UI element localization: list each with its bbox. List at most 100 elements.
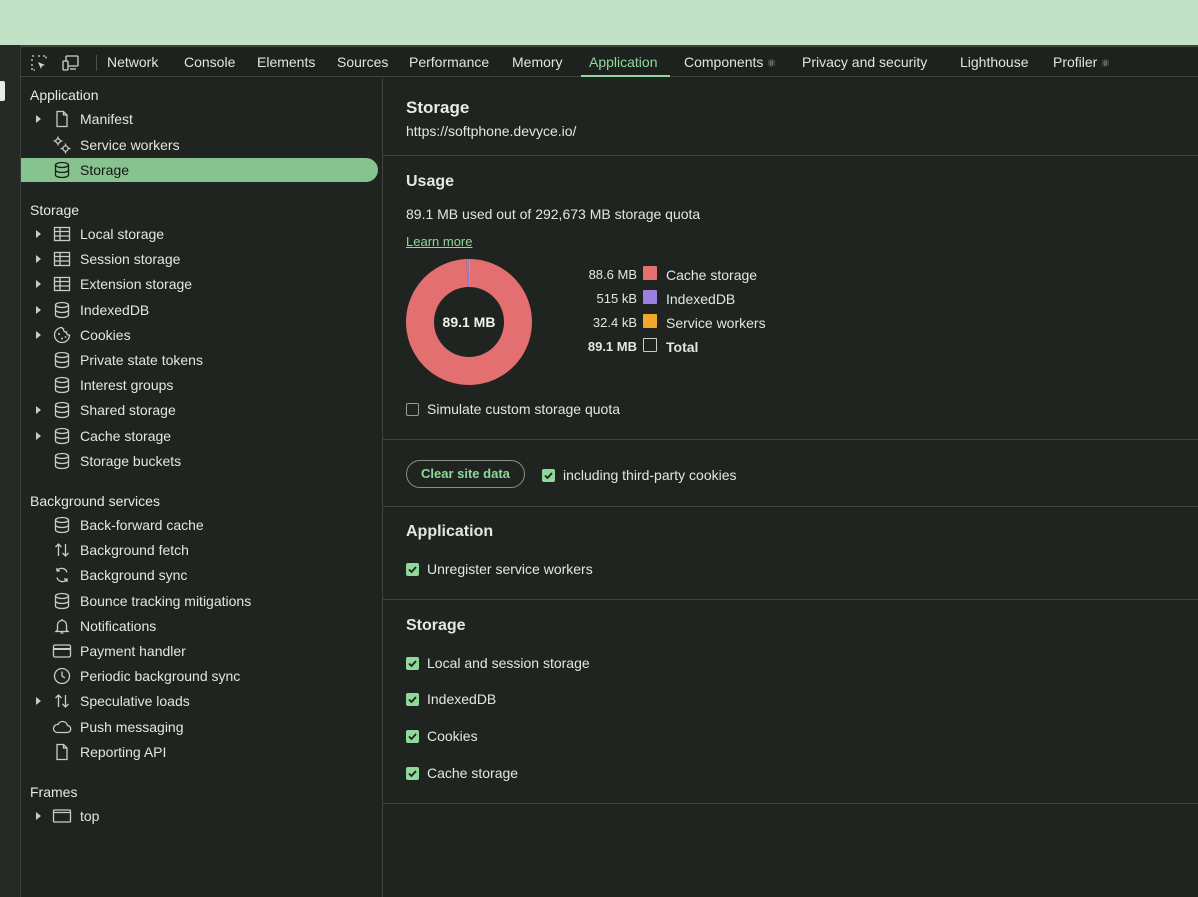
device-toolbar-icon[interactable] (61, 53, 81, 73)
third-party-cookies-checkbox[interactable] (542, 468, 555, 482)
sidebar-item-indexeddb[interactable]: IndexedDB (21, 298, 378, 322)
sidebar-item-label: Private state tokens (80, 352, 203, 368)
sidebar-item-label: Speculative loads (80, 693, 190, 709)
tab-privacy-and-security[interactable]: Privacy and security (802, 47, 927, 77)
tab-label: Privacy and security (802, 54, 928, 70)
expand-arrow-icon[interactable] (36, 230, 41, 238)
unregister-service-workers-checkbox[interactable] (406, 562, 419, 576)
inspect-element-icon[interactable] (29, 53, 49, 73)
sidebar-item-label: Extension storage (80, 276, 193, 292)
legend-swatch (643, 290, 657, 304)
sidebar-item-speculative-loads[interactable]: Speculative loads (21, 689, 378, 713)
tab-elements[interactable]: Elements (257, 47, 315, 77)
sidebar-item-background-fetch[interactable]: Background fetch (21, 538, 378, 562)
sidebar-item-shared-storage[interactable]: Shared storage (21, 398, 378, 422)
indexeddb-checkbox[interactable] (406, 692, 419, 706)
expand-arrow-icon[interactable] (36, 115, 41, 123)
edge-handle[interactable] (0, 81, 5, 101)
legend-swatch (643, 314, 657, 328)
expand-arrow-icon[interactable] (36, 406, 41, 414)
sidebar-item-extension-storage[interactable]: Extension storage (21, 272, 378, 296)
legend-label: Cache storage (666, 267, 758, 283)
simulate-quota-checkbox[interactable] (406, 402, 419, 416)
usage-legend: 88.6 MB Cache storage 515 kB IndexedDB 32.4 … (573, 264, 833, 360)
tab-console[interactable]: Console (184, 47, 235, 77)
sidebar-item-interest-groups[interactable]: Interest groups (21, 373, 378, 397)
option-label: Unregister service workers (427, 561, 593, 577)
third-party-cookies-row[interactable]: including third-party cookies (542, 466, 737, 484)
sidebar-item-push-messaging[interactable]: Push messaging (21, 715, 378, 739)
storage-section-heading: Storage (406, 617, 466, 634)
file-icon (52, 742, 72, 762)
sidebar-item-notifications[interactable]: Notifications (21, 614, 378, 638)
learn-more-link[interactable]: Learn more (406, 234, 472, 249)
check-icon (408, 695, 417, 703)
sidebar-item-payment-handler[interactable]: Payment handler (21, 639, 378, 663)
tab-performance[interactable]: Performance (409, 47, 489, 77)
expand-arrow-icon[interactable] (36, 697, 41, 705)
sidebar-item-background-sync[interactable]: Background sync (21, 563, 378, 587)
legend-row: 32.4 kB Service workers (573, 312, 833, 336)
sidebar-item-cookies[interactable]: Cookies (21, 323, 378, 347)
sidebar-item-storage[interactable]: Storage (21, 158, 378, 182)
sidebar-item-service-workers[interactable]: Service workers (21, 133, 378, 157)
option-row[interactable]: Cookies (406, 727, 478, 745)
tab-label: Memory (512, 54, 563, 70)
sidebar-item-top[interactable]: top (21, 804, 378, 828)
tab-components[interactable]: Components ⚛ (684, 47, 776, 77)
sidebar-item-label: Push messaging (80, 719, 184, 735)
sidebar-item-label: Notifications (80, 618, 157, 634)
simulate-quota-row[interactable]: Simulate custom storage quota (406, 400, 620, 418)
option-row[interactable]: Unregister service workers (406, 560, 593, 578)
expand-arrow-icon[interactable] (36, 306, 41, 314)
option-row[interactable]: Cache storage (406, 764, 518, 782)
tab-label: Network (107, 54, 159, 70)
cookie-icon (52, 325, 72, 345)
tab-label: Sources (337, 54, 389, 70)
legend-swatch (643, 338, 657, 352)
sidebar-item-periodic-background-sync[interactable]: Periodic background sync (21, 664, 378, 688)
expand-arrow-icon[interactable] (36, 255, 41, 263)
check-icon (544, 471, 553, 479)
expand-arrow-icon[interactable] (36, 331, 41, 339)
tab-sources[interactable]: Sources (337, 47, 388, 77)
sidebar-item-storage-buckets[interactable]: Storage buckets (21, 449, 378, 473)
database-icon (52, 451, 72, 471)
expand-arrow-icon[interactable] (36, 812, 41, 820)
donut-center-label: 89.1 MB (443, 314, 496, 330)
tab-profiler[interactable]: Profiler ⚛ (1053, 47, 1110, 77)
tab-label: Performance (409, 54, 490, 70)
tab-lighthouse[interactable]: Lighthouse (960, 47, 1029, 77)
expand-arrow-icon[interactable] (36, 280, 41, 288)
tab-label: Profiler (1053, 54, 1098, 70)
tab-memory[interactable]: Memory (512, 47, 563, 77)
option-row[interactable]: Local and session storage (406, 654, 590, 672)
database-icon (52, 400, 72, 420)
sidebar-item-label: Bounce tracking mitigations (80, 593, 252, 609)
clear-site-data-button[interactable]: Clear site data (406, 460, 525, 488)
frame-icon (52, 806, 72, 826)
cache-storage-checkbox[interactable] (406, 766, 419, 780)
sidebar-item-label: Storage (80, 162, 130, 178)
legend-swatch (643, 266, 657, 280)
sidebar-item-private-state-tokens[interactable]: Private state tokens (21, 348, 378, 372)
sidebar-item-bounce-tracking-mitigations[interactable]: Bounce tracking mitigations (21, 589, 378, 613)
local-and-session-storage-checkbox[interactable] (406, 656, 419, 670)
tab-label: Console (184, 54, 236, 70)
cookies-checkbox[interactable] (406, 729, 419, 743)
sidebar-item-back-forward-cache[interactable]: Back-forward cache (21, 513, 378, 537)
expand-arrow-icon[interactable] (36, 432, 41, 440)
sidebar-item-session-storage[interactable]: Session storage (21, 247, 378, 271)
option-row[interactable]: IndexedDB (406, 690, 496, 708)
tab-application[interactable]: Application (581, 47, 669, 77)
toolbar-separator (96, 55, 97, 71)
gears-icon (52, 135, 72, 155)
tab-network[interactable]: Network (107, 47, 158, 77)
sidebar-item-cache-storage[interactable]: Cache storage (21, 424, 378, 448)
sidebar-item-label: Session storage (80, 251, 181, 267)
legend-label: Service workers (666, 315, 766, 331)
usage-donut-chart: 89.1 MB (406, 259, 532, 385)
sidebar-item-reporting-api[interactable]: Reporting API (21, 740, 378, 764)
sidebar-item-manifest[interactable]: Manifest (21, 107, 378, 131)
sidebar-item-local-storage[interactable]: Local storage (21, 222, 378, 246)
